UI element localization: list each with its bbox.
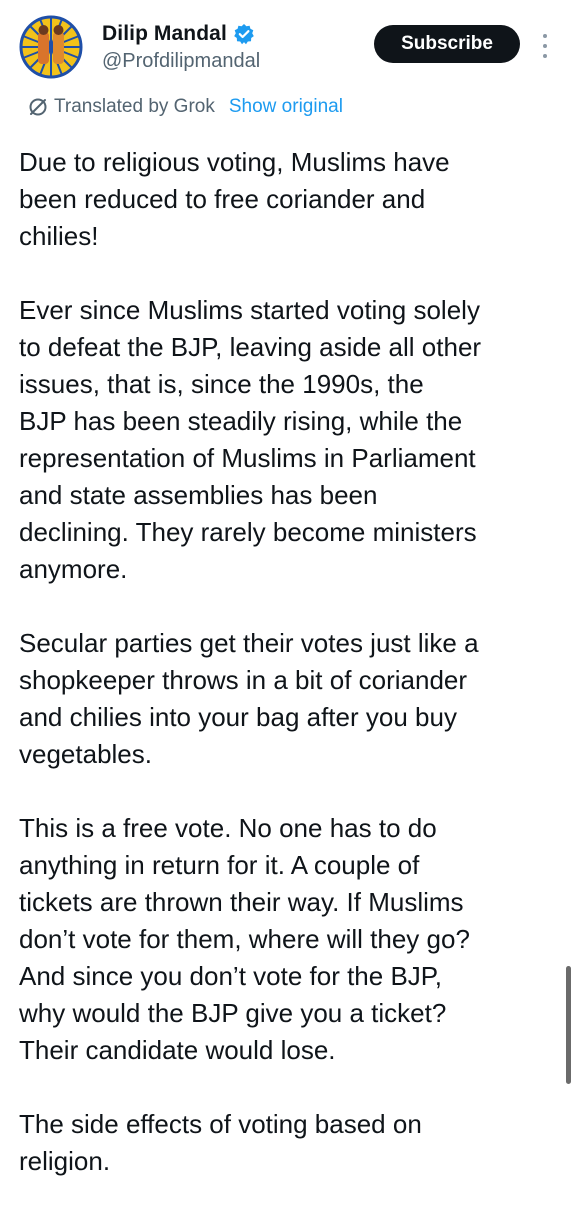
author-display-name[interactable]: Dilip Mandal <box>102 22 227 46</box>
tweet-paragraph: The side effects of voting based on reli… <box>19 1109 422 1176</box>
author-name-row[interactable]: Dilip Mandal <box>102 20 255 48</box>
scrollbar-thumb[interactable] <box>566 966 571 1084</box>
tweet-text: Due to religious voting, Muslims have be… <box>19 144 564 1217</box>
verified-badge-icon <box>233 23 255 45</box>
subscribe-button[interactable]: Subscribe <box>374 25 520 63</box>
more-dot <box>543 34 547 38</box>
tweet-paragraph: This is a free vote. No one has to do an… <box>19 813 470 1065</box>
grok-icon <box>28 97 48 117</box>
author-handle[interactable]: @Profdilipmandal <box>102 50 260 73</box>
profile-photo-icon <box>18 14 84 80</box>
translation-notice: Translated by Grok Show original <box>28 96 343 118</box>
show-original-link[interactable]: Show original <box>229 96 343 118</box>
tweet-paragraph: Due to religious voting, Muslims have be… <box>19 147 450 251</box>
more-dot <box>543 44 547 48</box>
more-dot <box>543 54 547 58</box>
more-vertical-icon[interactable] <box>536 30 554 62</box>
tweet-paragraph: Ever since Muslims started voting solely… <box>19 295 482 584</box>
translation-label: Translated by Grok <box>54 96 215 117</box>
tweet-paragraph: Secular parties get their votes just lik… <box>19 628 479 769</box>
avatar[interactable] <box>18 14 84 80</box>
